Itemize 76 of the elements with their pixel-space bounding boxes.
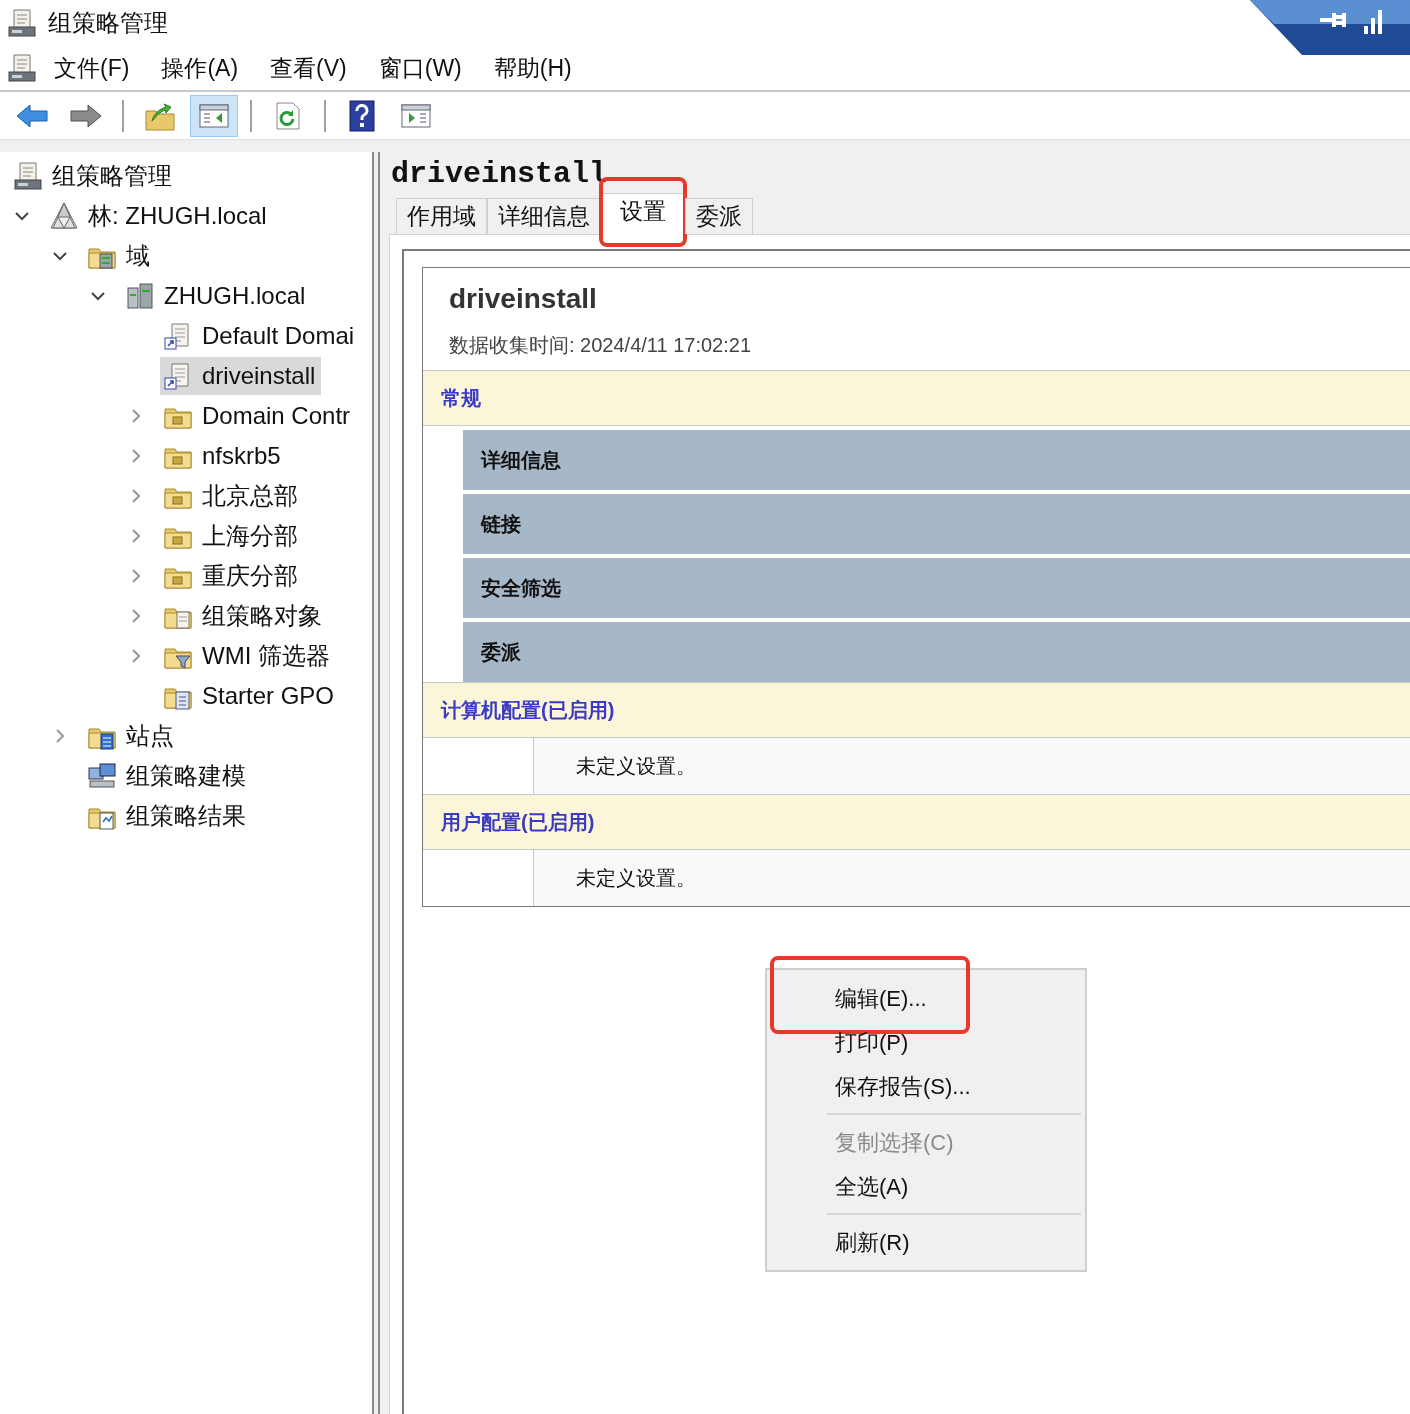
tree-item-label: 林: ZHUGH.local xyxy=(88,201,267,231)
window-title: 组策略管理 xyxy=(48,8,168,38)
tree-item-label: 站点 xyxy=(126,721,174,751)
tree-item[interactable]: 上海分部 xyxy=(160,517,304,555)
menu-item[interactable]: 帮助(H) xyxy=(485,50,580,86)
menu-item[interactable]: 编辑(E)... xyxy=(767,976,1081,1020)
section-header[interactable]: 用户配置(已启用) xyxy=(423,794,1410,850)
tree-item-label: 域 xyxy=(126,241,150,271)
section-header[interactable]: 计算机配置(已启用) xyxy=(423,682,1410,738)
tree-item-label: 组策略结果 xyxy=(126,801,246,831)
tree-item-label: driveinstall xyxy=(202,361,316,391)
tree-item[interactable]: nfskrb5 xyxy=(160,437,287,475)
menu-item[interactable]: 查看(V) xyxy=(262,50,355,86)
tree-item[interactable]: Default Domai xyxy=(160,317,361,355)
tree-item-label: Starter GPO xyxy=(202,681,335,711)
tree-item[interactable]: 组策略建模 xyxy=(84,757,252,795)
tree-item[interactable]: 组策略对象 xyxy=(160,597,328,635)
setting-note: 未定义设置。 xyxy=(533,850,1410,906)
back-arrow-icon xyxy=(15,101,49,130)
triangle-icon xyxy=(48,200,80,232)
tree-item-label: 上海分部 xyxy=(202,521,298,551)
servers-icon xyxy=(124,280,156,312)
forward-arrow-icon xyxy=(69,101,103,130)
tab[interactable]: 委派 xyxy=(685,198,753,234)
menu-item[interactable]: 保存报告(S)... xyxy=(767,1064,1081,1108)
tab[interactable]: 详细信息 xyxy=(487,198,601,234)
subsection-header[interactable]: 安全筛选 xyxy=(463,558,1410,618)
tree-item[interactable]: WMI 筛选器 xyxy=(160,637,336,675)
menu-item[interactable]: 刷新(R) xyxy=(767,1220,1081,1264)
pane-icon xyxy=(400,101,432,130)
subsection-header[interactable]: 链接 xyxy=(463,494,1410,554)
tree-item[interactable]: 北京总部 xyxy=(160,477,304,515)
tree-item-label: nfskrb5 xyxy=(202,441,281,471)
subsection-header[interactable]: 委派 xyxy=(463,622,1410,682)
pane-icon xyxy=(198,101,230,130)
tree-item-label: 重庆分部 xyxy=(202,561,298,591)
folder-arrow-icon xyxy=(144,100,176,131)
menu-item[interactable]: 全选(A) xyxy=(767,1164,1081,1208)
help-icon xyxy=(349,99,375,132)
tree-item-label: 组策略对象 xyxy=(202,601,322,631)
tree-item-label: ZHUGH.local xyxy=(164,281,306,311)
tree-item-label: Default Domai xyxy=(202,321,355,351)
signal-icon[interactable] xyxy=(1364,10,1382,34)
menu-item[interactable]: 操作(A) xyxy=(153,50,247,86)
subsection-header[interactable]: 详细信息 xyxy=(463,430,1410,490)
tree-item[interactable]: 重庆分部 xyxy=(160,557,304,595)
splitter-bar[interactable] xyxy=(372,152,380,1414)
console-icon xyxy=(12,160,44,192)
tree-item-label: 组策略建模 xyxy=(126,761,246,791)
menu-item[interactable]: 文件(F) xyxy=(46,50,138,86)
setting-note: 未定义设置。 xyxy=(533,738,1410,794)
report-title: driveinstall xyxy=(449,282,598,316)
tree-item[interactable]: ZHUGH.local xyxy=(122,277,312,315)
menu-item[interactable]: 打印(P) xyxy=(767,1020,1081,1064)
tree-item[interactable]: 站点 xyxy=(84,717,180,755)
tree-item-label: 北京总部 xyxy=(202,481,298,511)
tree-item[interactable]: 组策略结果 xyxy=(84,797,252,835)
pin-icon[interactable] xyxy=(1318,11,1346,29)
tree-item-label: 组策略管理 xyxy=(52,161,172,191)
tree-item[interactable]: 组策略管理 xyxy=(10,157,178,195)
collection-time: 数据收集时间: 2024/4/11 17:02:21 xyxy=(449,333,752,358)
tree-item[interactable]: Domain Contr xyxy=(160,397,357,435)
app-icon xyxy=(6,7,38,39)
tree-item[interactable]: driveinstall xyxy=(160,357,322,395)
menu-item[interactable]: 窗口(W) xyxy=(370,50,470,86)
tab[interactable]: 作用域 xyxy=(396,198,487,234)
gpo-title: driveinstall xyxy=(390,156,609,193)
tree-item[interactable]: Starter GPO xyxy=(160,677,341,715)
section-header[interactable]: 常规 xyxy=(423,370,1410,426)
refresh-document-icon xyxy=(274,100,302,131)
tree-item-label: Domain Contr xyxy=(202,401,351,431)
tab[interactable]: 设置 xyxy=(601,193,685,235)
tree-item[interactable]: 域 xyxy=(84,237,156,275)
tree-item[interactable]: 林: ZHUGH.local xyxy=(46,197,273,235)
system-menu-icon xyxy=(6,52,38,84)
tree-item-label: WMI 筛选器 xyxy=(202,641,330,671)
